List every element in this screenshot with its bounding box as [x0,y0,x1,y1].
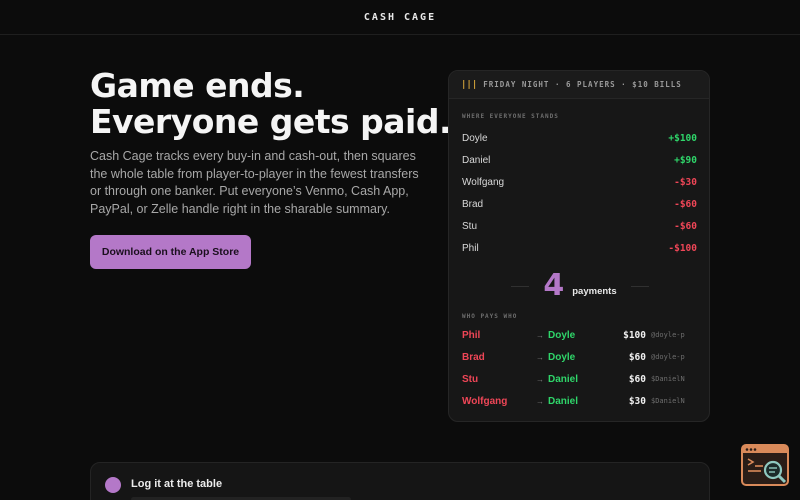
payment-count-summary: 4 payments [449,268,709,303]
player-balance: +$90 [674,154,697,166]
player-balance: -$100 [668,242,697,254]
payee-handle: @doyle-p [651,331,685,339]
hero-title-line-1: Game ends. [90,66,305,105]
payment-count: 4 [543,268,565,303]
divider [630,285,649,287]
card-header: ||| FRIDAY NIGHT · 6 PLAYERS · $10 BILLS [449,71,709,99]
payment-amount: $30 [628,395,646,407]
standing-row: Stu -$60 [449,215,709,237]
standing-row: Doyle +$100 [449,127,709,149]
payment-amount: $60 [628,351,646,363]
brand-logo-text[interactable]: CASH CAGE [364,12,436,23]
card-header-text: FRIDAY NIGHT · 6 PLAYERS · $10 BILLS [483,80,682,89]
floating-widget-button[interactable] [741,444,789,486]
payment-row: Brad → Doyle $60 @doyle-p [449,346,709,368]
payer-name: Phil [462,329,481,341]
payment-amount: $100 [623,329,646,341]
player-balance: +$100 [668,132,697,144]
payment-row: Wolfgang → Daniel $30 $DanielN [449,390,709,412]
player-balance: -$30 [674,176,697,188]
payee-handle: @doyle-p [651,353,685,361]
terminal-search-icon [743,446,787,484]
payee-handle: $DanielN [651,375,685,383]
payment-amount: $60 [628,373,646,385]
player-name: Phil [462,242,479,254]
player-name: Daniel [462,154,491,166]
standing-row: Phil -$100 [449,237,709,259]
hero-description: Cash Cage tracks every buy-in and cash-o… [90,149,419,216]
player-balance: -$60 [674,198,697,210]
payee-name: Daniel [548,373,579,385]
player-name: Wolfgang [462,176,505,188]
step-dot-icon [105,477,121,493]
player-name: Stu [462,220,478,232]
player-balance: -$60 [674,220,697,232]
arrow-right-icon: → [536,352,544,362]
feature-step-card: Log it at the table [90,462,710,500]
arrow-right-icon: → [536,396,544,406]
payment-row: Stu → Daniel $60 $DanielN [449,368,709,390]
bars-icon: ||| [461,79,478,90]
top-bar: CASH CAGE [0,0,800,35]
payee-name: Doyle [548,351,576,363]
standing-row: Brad -$60 [449,193,709,215]
payments-label: WHO PAYS WHO [462,313,518,320]
app-store-download-button[interactable]: Download on the App Store [90,235,251,269]
payer-name: Brad [462,351,485,363]
hero-title: Game ends. Everyone gets paid. [90,66,452,141]
payer-name: Wolfgang [462,395,508,407]
payee-name: Doyle [548,329,576,341]
hero-title-line-2: Everyone gets paid. [90,102,452,141]
settlement-summary-card: ||| FRIDAY NIGHT · 6 PLAYERS · $10 BILLS… [448,70,710,422]
payment-row: Phil → Doyle $100 @doyle-p [449,324,709,346]
payee-name: Daniel [548,395,579,407]
payee-handle: $DanielN [651,397,685,405]
payments-list: Phil → Doyle $100 @doyle-p Brad → Doyle … [449,324,709,412]
step-title: Log it at the table [131,478,223,490]
standing-row: Wolfgang -$30 [449,171,709,193]
player-name: Brad [462,198,484,210]
arrow-right-icon: → [536,374,544,384]
standings-label: WHERE EVERYONE STANDS [462,113,559,120]
payment-count-label: payments [572,285,617,297]
standing-row: Daniel +$90 [449,149,709,171]
standings-list: Doyle +$100 Daniel +$90 Wolfgang -$30 Br… [449,127,709,259]
payer-name: Stu [462,373,479,385]
player-name: Doyle [462,132,488,144]
arrow-right-icon: → [536,330,544,340]
divider [511,285,530,287]
